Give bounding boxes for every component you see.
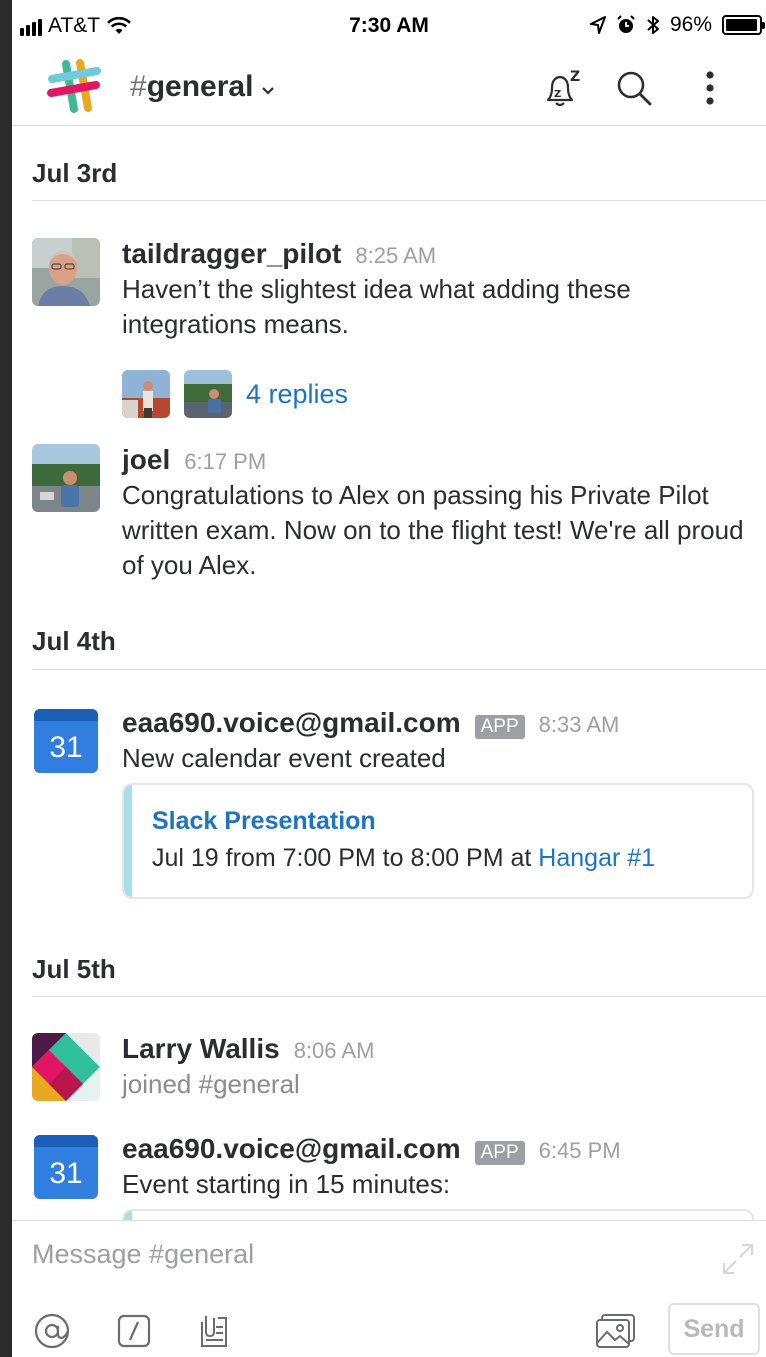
date-divider: Jul 5th	[32, 954, 116, 984]
message-text: Congratulations to Alex on passing his P…	[122, 480, 744, 580]
message-item[interactable]: Larry Wallis 8:06 AM joined #general	[32, 1033, 762, 1113]
message-input[interactable]: Message #general	[32, 1239, 254, 1270]
timestamp: 8:06 AM	[293, 1038, 375, 1063]
message-header: Larry Wallis 8:06 AM	[122, 1033, 762, 1065]
author-name[interactable]: eaa690.voice@gmail.com	[122, 1133, 461, 1165]
mention-button[interactable]	[30, 1309, 74, 1353]
message-item[interactable]: 31 eaa690.voice@gmail.com APP 6:45 PM Ev…	[32, 1133, 762, 1213]
message-composer: Message #general Send	[12, 1220, 766, 1357]
attach-file-button[interactable]	[192, 1309, 236, 1353]
attachment-bar	[124, 1211, 132, 1220]
status-right: 96%	[589, 13, 765, 37]
channel-title[interactable]: # general	[130, 70, 275, 104]
date-divider: Jul 4th	[32, 626, 116, 656]
divider-line	[32, 200, 766, 201]
message-header: eaa690.voice@gmail.com APP 8:33 AM	[122, 707, 762, 739]
author-name[interactable]: Larry Wallis	[122, 1033, 280, 1065]
message-list[interactable]: Jul 3rd taildragger_pilot 8:25 AM Haven’…	[12, 127, 766, 1220]
phone-screen: AT&T 7:30 AM 96% # general Z Z Jul 3rd t…	[12, 0, 766, 1357]
file-clip-icon	[201, 1316, 227, 1347]
timestamp: 8:25 AM	[355, 243, 437, 268]
message-body: taildragger_pilot 8:25 AM Haven’t the sl…	[122, 238, 762, 342]
svg-text:Z: Z	[570, 69, 580, 85]
author-name[interactable]: eaa690.voice@gmail.com	[122, 707, 461, 739]
battery-fill	[726, 19, 757, 31]
calendar-app-icon[interactable]: 31	[32, 707, 100, 775]
event-title[interactable]: Slack Presentation	[152, 807, 752, 836]
event-attachment[interactable]: Slack Presentation Jul 19 from 7:00 PM t…	[122, 783, 754, 899]
message-header: joel 6:17 PM	[122, 444, 762, 476]
message-header: eaa690.voice@gmail.com APP 6:45 PM	[122, 1133, 762, 1165]
replies-link[interactable]: 4 replies	[246, 379, 348, 410]
timestamp: 6:45 PM	[538, 1138, 621, 1163]
message-text: New calendar event created	[122, 743, 446, 773]
channel-header: # general Z Z	[12, 52, 766, 126]
reply-avatar	[122, 370, 170, 418]
message-body: eaa690.voice@gmail.com APP 6:45 PM Event…	[122, 1133, 762, 1202]
message-text: Event starting in 15 minutes:	[122, 1169, 451, 1199]
battery-percent: 96%	[669, 13, 712, 36]
avatar[interactable]	[32, 238, 100, 306]
slack-logo[interactable]	[46, 59, 102, 115]
send-button[interactable]: Send	[668, 1303, 760, 1355]
photo-gallery-icon	[596, 1314, 635, 1348]
snooze-bell-icon: Z Z	[546, 69, 580, 107]
reply-avatar	[184, 370, 232, 418]
message-text: Haven’t the slightest idea what adding t…	[122, 274, 631, 339]
date-divider: Jul 3rd	[32, 158, 118, 188]
bluetooth-icon	[647, 16, 659, 34]
alarm-icon	[617, 15, 635, 33]
message-item[interactable]: taildragger_pilot 8:25 AM Haven’t the sl…	[32, 238, 762, 348]
attachment-bar	[124, 785, 132, 897]
event-time: Jul 19 from 7:00 PM to 8:00 PM at	[152, 844, 539, 872]
message-body: Larry Wallis 8:06 AM joined #general	[122, 1033, 762, 1102]
divider-line	[32, 996, 766, 997]
photo-button[interactable]	[594, 1309, 638, 1353]
message-body: eaa690.voice@gmail.com APP 8:33 AM New c…	[122, 707, 762, 776]
channel-name: general	[146, 70, 254, 103]
channel-hash: #	[130, 70, 147, 103]
avatar[interactable]	[32, 1033, 100, 1101]
event-location-link[interactable]: Hangar #1	[538, 844, 655, 872]
slash-command-icon	[117, 1314, 151, 1348]
message-body: joel 6:17 PM Congratulations to Alex on …	[122, 444, 762, 583]
search-icon	[617, 71, 652, 106]
event-attachment[interactable]	[122, 1209, 754, 1220]
thread-replies[interactable]: 4 replies	[122, 370, 348, 418]
divider-line	[32, 669, 766, 670]
slash-command-button[interactable]	[112, 1309, 156, 1353]
message-item[interactable]: 31 eaa690.voice@gmail.com APP 8:33 AM Ne…	[32, 707, 762, 787]
more-vertical-icon	[706, 71, 714, 105]
svg-text:Z: Z	[554, 89, 561, 100]
battery-icon	[722, 15, 765, 35]
chevron-down-icon	[262, 87, 275, 95]
calendar-day: 31	[49, 1157, 82, 1190]
status-bar: AT&T 7:30 AM 96%	[12, 0, 766, 52]
avatar[interactable]	[32, 444, 100, 512]
event-detail: Jul 19 from 7:00 PM to 8:00 PM at Hangar…	[152, 844, 752, 873]
author-name[interactable]: taildragger_pilot	[122, 238, 341, 270]
search-button[interactable]	[612, 66, 656, 110]
calendar-day: 31	[49, 731, 82, 764]
more-button[interactable]	[688, 66, 732, 110]
timestamp: 6:17 PM	[184, 449, 267, 474]
snooze-button[interactable]: Z Z	[540, 66, 584, 110]
app-badge: APP	[474, 1141, 525, 1165]
author-name[interactable]: joel	[122, 444, 170, 476]
timestamp: 8:33 AM	[538, 712, 620, 737]
app-badge: APP	[474, 715, 525, 739]
calendar-app-icon[interactable]: 31	[32, 1133, 100, 1201]
message-item[interactable]: joel 6:17 PM Congratulations to Alex on …	[32, 444, 762, 594]
at-sign-icon	[34, 1313, 70, 1349]
message-header: taildragger_pilot 8:25 AM	[122, 238, 762, 270]
location-arrow-icon	[589, 16, 606, 34]
expand-icon[interactable]	[718, 1239, 758, 1279]
message-text: joined #general	[122, 1069, 300, 1099]
